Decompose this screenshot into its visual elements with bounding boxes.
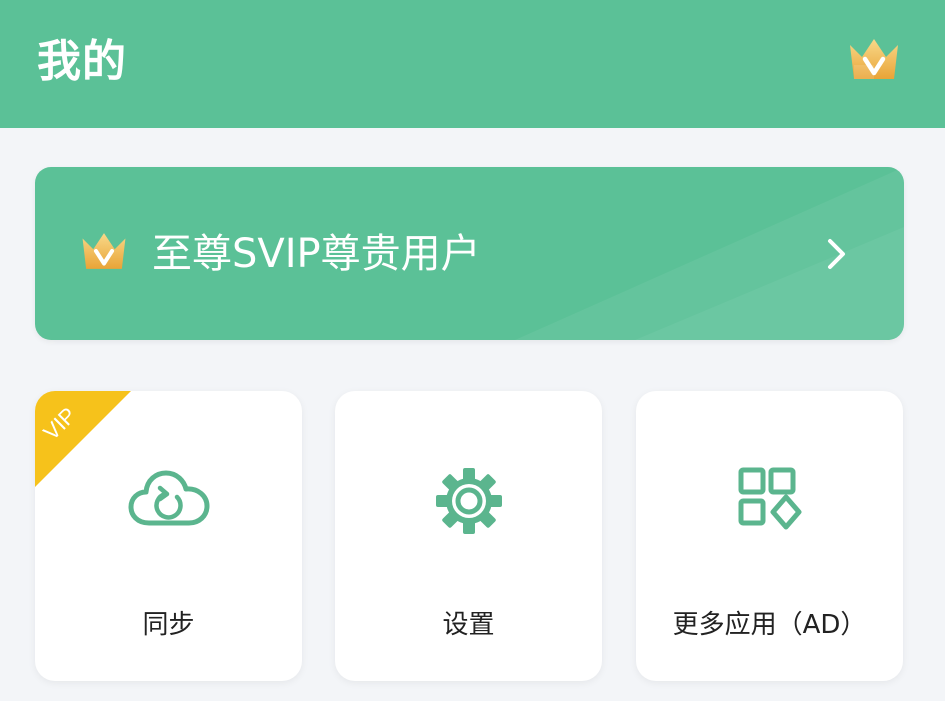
cloud-sync-icon: [128, 470, 210, 526]
svip-banner-label: 至尊SVIP尊贵用户: [152, 231, 481, 277]
svip-membership-banner[interactable]: 至尊SVIP尊贵用户: [35, 167, 904, 340]
vip-badge: VIP: [35, 391, 131, 487]
settings-card[interactable]: 设置: [335, 391, 602, 681]
vip-crown-icon: [82, 233, 126, 269]
vip-crown-icon[interactable]: [846, 35, 902, 83]
sync-card[interactable]: VIP 同步: [35, 391, 302, 681]
more-apps-card[interactable]: 更多应用（AD）: [636, 391, 903, 681]
settings-label: 设置: [442, 610, 495, 640]
sync-label: 同步: [142, 610, 195, 640]
chevron-right-icon: [828, 239, 845, 269]
apps-grid-icon: [738, 467, 802, 530]
gear-icon: [436, 468, 502, 534]
page-title: 我的: [37, 36, 127, 87]
more-apps-label: 更多应用（AD）: [672, 610, 867, 640]
app-header: 我的: [0, 0, 945, 128]
